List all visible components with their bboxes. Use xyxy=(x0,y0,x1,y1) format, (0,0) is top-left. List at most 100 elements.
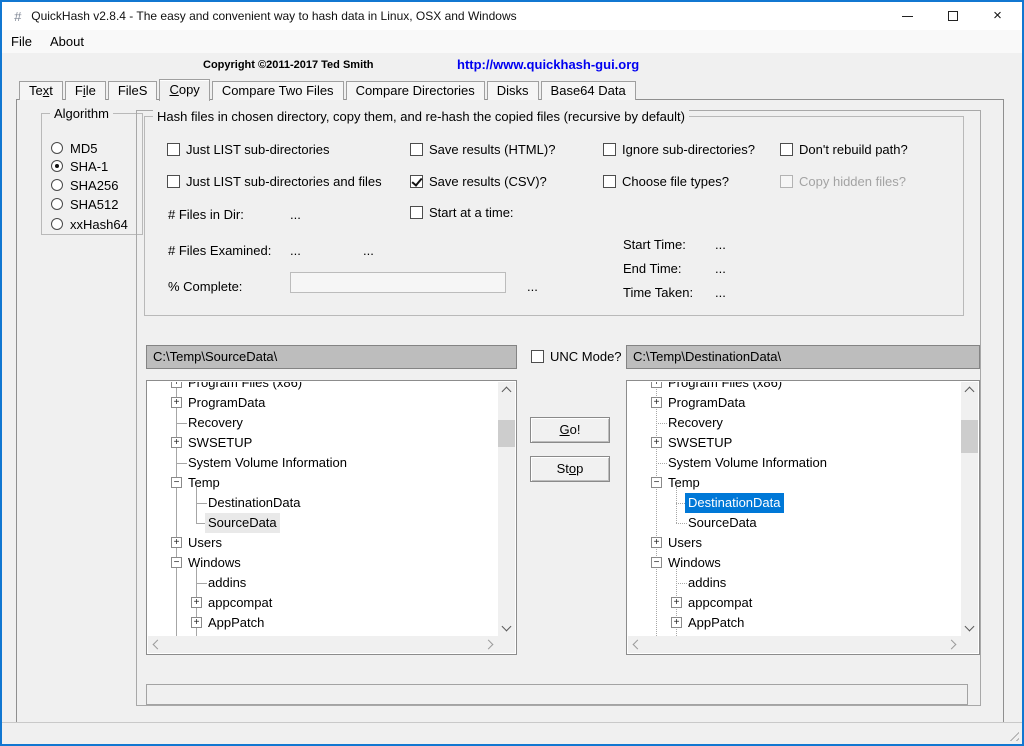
minimize-button[interactable] xyxy=(885,2,930,30)
radio-sha512[interactable]: SHA512 xyxy=(51,196,118,212)
tree-item[interactable]: +SWSETUP xyxy=(148,433,498,453)
tree-item-label[interactable]: ProgramData xyxy=(665,393,748,413)
scroll-up-arrow-icon[interactable] xyxy=(961,382,978,399)
tree-item[interactable]: +AppPatch xyxy=(148,613,498,633)
tree-item[interactable]: +Users xyxy=(628,533,961,553)
expand-icon[interactable]: + xyxy=(171,382,182,388)
tree-item-label[interactable]: Windows xyxy=(185,553,244,573)
tree-item-label[interactable]: DestinationData xyxy=(685,493,784,513)
scrollbar-thumb[interactable] xyxy=(961,420,978,453)
scroll-up-arrow-icon[interactable] xyxy=(498,382,515,399)
tree-item[interactable]: +ProgramData xyxy=(628,393,961,413)
checkbox-save-results-html[interactable]: Save results (HTML)? xyxy=(410,142,555,157)
maximize-button[interactable] xyxy=(930,2,975,30)
tree-item-label[interactable]: appcompat xyxy=(685,593,755,613)
radio-md5[interactable]: MD5 xyxy=(51,140,97,156)
checkbox-start-at-a-time[interactable]: Start at a time: xyxy=(410,205,514,220)
go-button[interactable]: Go! xyxy=(530,417,610,443)
tree-item[interactable]: +AppPatch xyxy=(628,613,961,633)
expand-icon[interactable]: + xyxy=(651,397,662,408)
tree-item[interactable]: +appcompat xyxy=(148,593,498,613)
collapse-icon[interactable]: − xyxy=(171,557,182,568)
radio-xxhash64[interactable]: xxHash64 xyxy=(51,216,128,232)
scroll-down-arrow-icon[interactable] xyxy=(961,619,978,636)
tree-item-label[interactable]: DestinationData xyxy=(205,493,304,513)
scroll-down-arrow-icon[interactable] xyxy=(498,619,515,636)
tree-item[interactable]: +ProgramData xyxy=(148,393,498,413)
tree-item[interactable]: Recovery xyxy=(628,413,961,433)
stop-button[interactable]: Stop xyxy=(530,456,610,482)
menu-file[interactable]: File xyxy=(2,30,41,53)
tree-item[interactable]: +Program Files (x86) xyxy=(628,382,961,393)
destination-path-field[interactable]: C:\Temp\DestinationData\ xyxy=(626,345,980,369)
source-path-field[interactable]: C:\Temp\SourceData\ xyxy=(146,345,517,369)
tree-item[interactable]: +SWSETUP xyxy=(628,433,961,453)
tree-item-label[interactable]: SWSETUP xyxy=(665,433,735,453)
tree-item[interactable]: addins xyxy=(148,573,498,593)
source-tree-vertical-scrollbar[interactable] xyxy=(498,382,515,636)
checkbox-just-list-subdirectories-and-files[interactable]: Just LIST sub-directories and files xyxy=(167,174,382,189)
tree-item[interactable]: DestinationData xyxy=(628,493,961,513)
tree-item[interactable]: −Temp xyxy=(628,473,961,493)
tree-item-label[interactable]: SourceData xyxy=(685,513,760,533)
collapse-icon[interactable]: − xyxy=(171,477,182,488)
tree-item-label[interactable]: Temp xyxy=(665,473,703,493)
scroll-right-arrow-icon[interactable] xyxy=(944,636,961,653)
expand-icon[interactable]: + xyxy=(671,597,682,608)
tree-item-label[interactable]: Users xyxy=(185,533,225,553)
tab-compare-directories[interactable]: Compare Directories xyxy=(346,81,485,100)
tree-item[interactable]: −Windows xyxy=(628,553,961,573)
checkbox-unc-mode[interactable]: UNC Mode? xyxy=(531,349,622,364)
tab-text[interactable]: Text xyxy=(19,81,63,100)
close-button[interactable]: × xyxy=(975,2,1020,30)
tree-item[interactable]: Recovery xyxy=(148,413,498,433)
tree-item-label[interactable]: AppPatch xyxy=(205,613,267,633)
expand-icon[interactable]: + xyxy=(671,617,682,628)
tab-disks[interactable]: Disks xyxy=(487,81,539,100)
tree-item-label[interactable]: ProgramData xyxy=(185,393,268,413)
checkbox-dont-rebuild-path[interactable]: Don't rebuild path? xyxy=(780,142,908,157)
scroll-left-arrow-icon[interactable] xyxy=(628,636,645,653)
tree-item-label[interactable]: Temp xyxy=(185,473,223,493)
tree-item[interactable]: addins xyxy=(628,573,961,593)
tree-item[interactable]: +Users xyxy=(148,533,498,553)
tab-file[interactable]: File xyxy=(65,81,106,100)
scroll-left-arrow-icon[interactable] xyxy=(148,636,165,653)
tree-item-label[interactable]: addins xyxy=(205,573,249,593)
tree-item[interactable]: +Program Files (x86) xyxy=(148,382,498,393)
tree-item-label[interactable]: Program Files (x86) xyxy=(665,382,785,393)
tab-files[interactable]: FileS xyxy=(108,81,158,100)
tree-item-label[interactable]: AppPatch xyxy=(685,613,747,633)
tree-item-label[interactable]: System Volume Information xyxy=(665,453,830,473)
source-tree-horizontal-scrollbar[interactable] xyxy=(148,636,498,653)
checkbox-ignore-subdirectories[interactable]: Ignore sub-directories? xyxy=(603,142,755,157)
checkbox-save-results-csv[interactable]: Save results (CSV)? xyxy=(410,174,547,189)
tree-item-label[interactable]: Windows xyxy=(665,553,724,573)
tab-copy[interactable]: Copy xyxy=(159,79,209,101)
checkbox-just-list-subdirectories[interactable]: Just LIST sub-directories xyxy=(167,142,330,157)
tree-item-label[interactable]: appcompat xyxy=(205,593,275,613)
radio-sha1[interactable]: SHA-1 xyxy=(51,158,108,174)
tab-base64-data[interactable]: Base64 Data xyxy=(541,81,636,100)
tree-item[interactable]: System Volume Information xyxy=(148,453,498,473)
checkbox-choose-file-types[interactable]: Choose file types? xyxy=(603,174,729,189)
menu-about[interactable]: About xyxy=(41,30,93,53)
tree-item-label[interactable]: Recovery xyxy=(665,413,726,433)
destination-tree-vertical-scrollbar[interactable] xyxy=(961,382,978,636)
scrollbar-thumb[interactable] xyxy=(498,420,515,447)
tab-compare-two-files[interactable]: Compare Two Files xyxy=(212,81,344,100)
tree-item[interactable]: −Windows xyxy=(148,553,498,573)
tree-item[interactable]: −Temp xyxy=(148,473,498,493)
expand-icon[interactable]: + xyxy=(651,437,662,448)
destination-tree-horizontal-scrollbar[interactable] xyxy=(628,636,961,653)
expand-icon[interactable]: + xyxy=(191,597,202,608)
expand-icon[interactable]: + xyxy=(171,397,182,408)
expand-icon[interactable]: + xyxy=(171,437,182,448)
tree-item-label[interactable]: Recovery xyxy=(185,413,246,433)
resize-grip-icon[interactable] xyxy=(1006,728,1019,741)
tree-item[interactable]: +appcompat xyxy=(628,593,961,613)
radio-sha256[interactable]: SHA256 xyxy=(51,177,118,193)
scroll-right-arrow-icon[interactable] xyxy=(481,636,498,653)
tree-item[interactable]: SourceData xyxy=(148,513,498,533)
tree-item-label[interactable]: SourceData xyxy=(205,513,280,533)
